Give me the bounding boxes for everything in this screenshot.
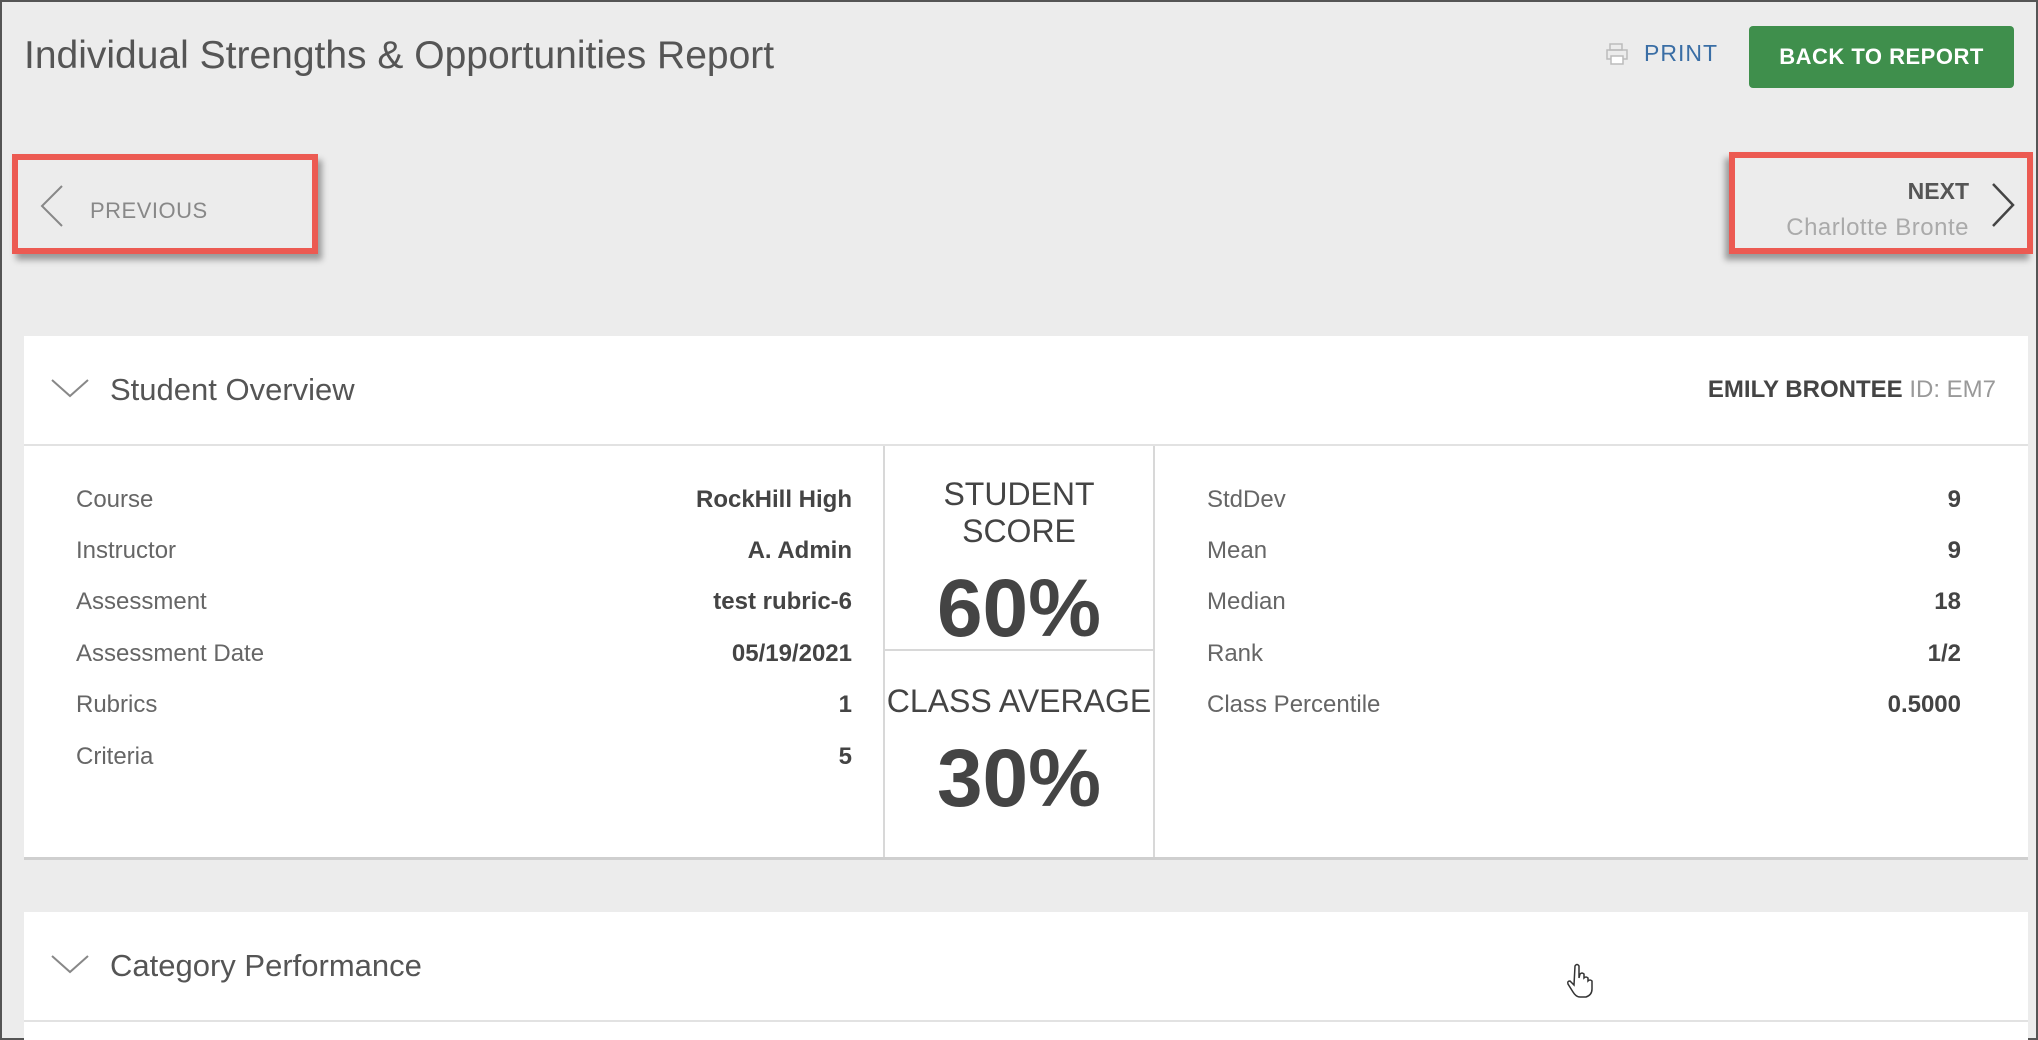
- stat-value: 9: [1947, 486, 1961, 513]
- stat-label: Class Percentile: [1207, 691, 1381, 718]
- page-title: Individual Strengths & Opportunities Rep…: [24, 34, 775, 77]
- detail-value: test rubric-6: [713, 588, 852, 615]
- previous-label: PREVIOUS: [90, 198, 208, 223]
- detail-row-rubrics: Rubrics 1: [76, 691, 852, 731]
- stat-label: StdDev: [1207, 486, 1286, 513]
- detail-row-criteria: Criteria 5: [76, 743, 852, 783]
- category-performance-title: Category Performance: [110, 948, 422, 983]
- student-score-label: STUDENT SCORE: [943, 476, 1095, 549]
- stat-value: 0.5000: [1887, 691, 1961, 718]
- stat-row-mean: Mean 9: [1207, 537, 1961, 577]
- student-name: EMILY BRONTEE: [1707, 376, 1903, 403]
- category-performance-panel: Category Performance: [24, 912, 2028, 1040]
- class-average-box: CLASS AVERAGE 30%: [885, 653, 1153, 858]
- detail-value: RockHill High: [695, 486, 852, 513]
- detail-label: Instructor: [76, 537, 177, 564]
- assessment-details: Course RockHill High Instructor A. Admin…: [24, 446, 883, 857]
- stat-row-rank: Rank 1/2: [1207, 640, 1961, 680]
- detail-row-course: Course RockHill High: [76, 486, 852, 526]
- detail-label: Rubrics: [76, 691, 158, 718]
- student-overview-panel: Student Overview EMILY BRONTEE ID: EM7 C…: [24, 336, 2028, 860]
- class-average-value: 30%: [936, 733, 1102, 824]
- detail-value: 5: [838, 743, 852, 770]
- detail-row-instructor: Instructor A. Admin: [76, 537, 852, 577]
- stat-value: 18: [1934, 588, 1961, 615]
- chevron-left-icon: [40, 185, 63, 227]
- student-score-value: 60%: [936, 563, 1102, 654]
- print-link[interactable]: PRINT: [1604, 40, 1718, 67]
- chevron-down-icon[interactable]: [50, 372, 90, 402]
- stat-label: Mean: [1207, 537, 1268, 564]
- previous-button[interactable]: PREVIOUS: [12, 154, 318, 254]
- print-label: PRINT: [1644, 40, 1718, 66]
- detail-value: 05/19/2021: [731, 640, 852, 667]
- detail-label: Assessment Date: [76, 640, 265, 667]
- chevron-right-icon: [1992, 183, 2015, 227]
- detail-label: Assessment: [76, 588, 207, 615]
- next-student-name: Charlotte Bronte: [1786, 214, 1969, 241]
- report-page: Individual Strengths & Opportunities Rep…: [0, 0, 2038, 1040]
- student-overview-title: Student Overview: [110, 372, 355, 407]
- next-button[interactable]: NEXT Charlotte Bronte: [1729, 152, 2033, 254]
- detail-label: Criteria: [76, 743, 154, 770]
- detail-row-assessment-date: Assessment Date 05/19/2021: [76, 640, 852, 680]
- class-average-label: CLASS AVERAGE: [886, 683, 1152, 719]
- student-score-box: STUDENT SCORE 60%: [885, 446, 1153, 654]
- student-id: ID: EM7: [1909, 376, 1996, 403]
- overview-body: Course RockHill High Instructor A. Admin…: [24, 446, 2028, 860]
- stat-row-stddev: StdDev 9: [1207, 486, 1961, 526]
- hand-cursor-icon: [1567, 963, 1593, 998]
- category-performance-header[interactable]: Category Performance: [24, 912, 2028, 1022]
- student-overview-header[interactable]: Student Overview EMILY BRONTEE ID: EM7: [24, 336, 2028, 446]
- stat-label: Median: [1207, 588, 1286, 615]
- back-to-report-button[interactable]: BACK TO REPORT: [1749, 26, 2014, 88]
- stat-value: 1/2: [1927, 640, 1961, 667]
- stat-row-median: Median 18: [1207, 588, 1961, 628]
- score-column: STUDENT SCORE 60% CLASS AVERAGE 30%: [883, 446, 1155, 857]
- chevron-down-icon[interactable]: [50, 948, 90, 978]
- detail-row-assessment: Assessment test rubric-6: [76, 588, 852, 628]
- class-statistics: StdDev 9 Mean 9 Median 18 Rank 1/2 Class…: [1155, 446, 2028, 857]
- next-label: NEXT: [1907, 178, 1969, 204]
- print-icon: [1606, 42, 1628, 65]
- detail-label: Course: [76, 486, 154, 513]
- stat-value: 9: [1947, 537, 1961, 564]
- stat-label: Rank: [1207, 640, 1264, 667]
- stat-row-class-percentile: Class Percentile 0.5000: [1207, 691, 1961, 731]
- detail-value: 1: [838, 691, 852, 718]
- student-identity: EMILY BRONTEE ID: EM7: [1708, 376, 1996, 404]
- detail-value: A. Admin: [747, 537, 852, 564]
